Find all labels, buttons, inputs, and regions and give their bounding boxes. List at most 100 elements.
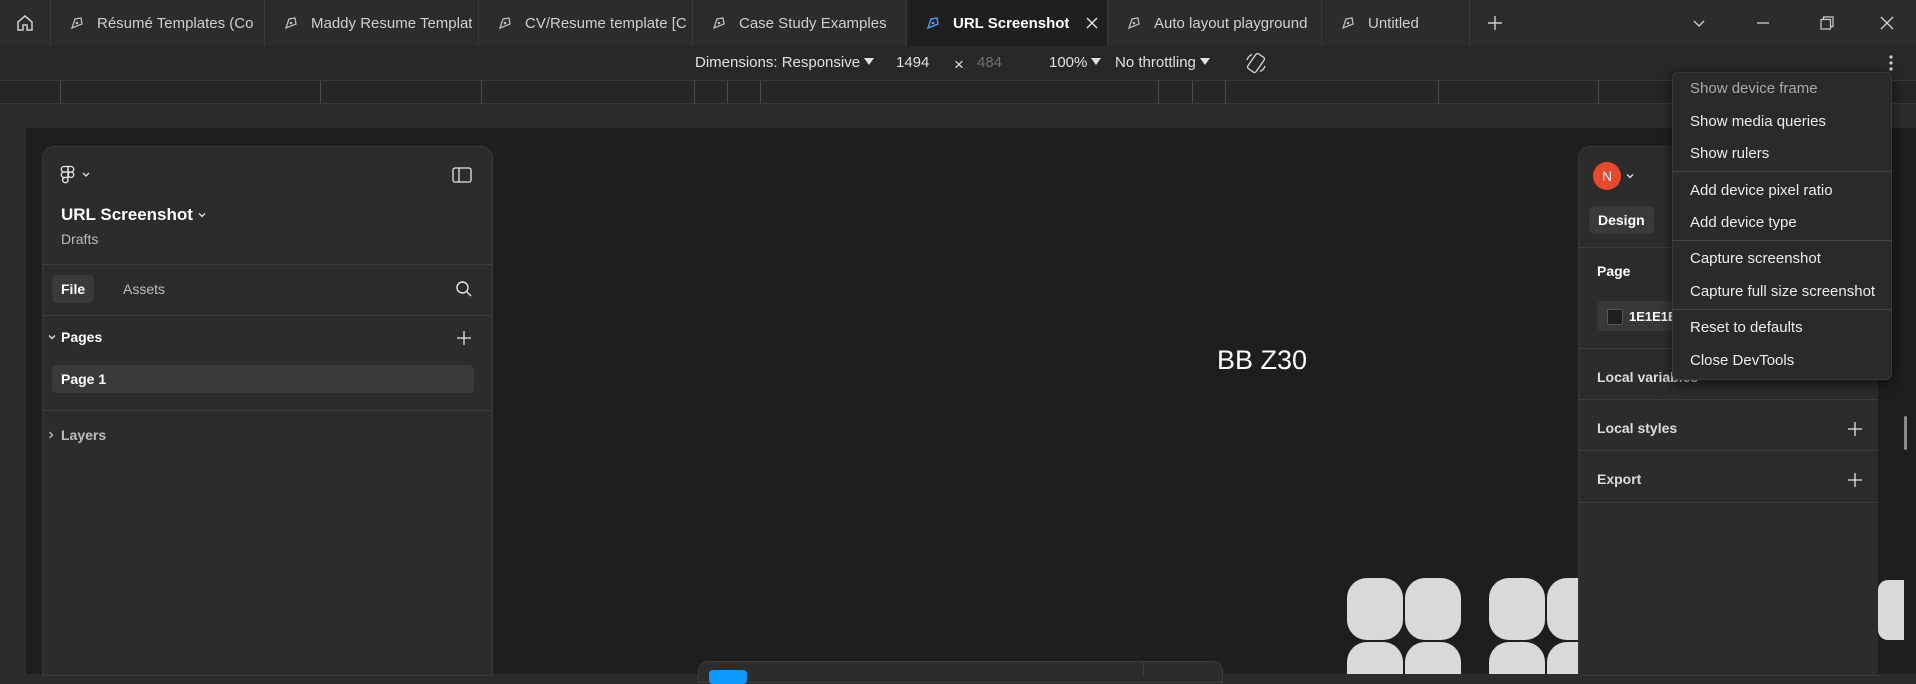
figma-file-icon xyxy=(712,17,725,30)
page-list-item[interactable]: Page 1 xyxy=(52,365,474,393)
menu-item-capture-full-size-screenshot[interactable]: Capture full size screenshot xyxy=(1690,283,1875,300)
menu-item-show-media-queries[interactable]: Show media queries xyxy=(1690,113,1826,130)
minimize-icon xyxy=(1757,22,1769,24)
canvas-shape-partial[interactable] xyxy=(1878,580,1904,640)
figma-menu-icon[interactable] xyxy=(60,165,94,185)
bottom-toolbar[interactable] xyxy=(698,661,1223,684)
close-window-button[interactable] xyxy=(1858,0,1916,46)
rotate-icon[interactable] xyxy=(1244,51,1268,75)
search-icon[interactable] xyxy=(455,280,473,298)
layers-header[interactable]: Layers xyxy=(61,427,106,443)
devtools-context-menu: Show device frame Show media queries Sho… xyxy=(1672,72,1892,380)
chevron-down-icon[interactable] xyxy=(1625,171,1635,181)
figma-file-icon xyxy=(1127,17,1140,30)
tab-cv-resume-template[interactable]: CV/Resume template [C xyxy=(479,0,693,46)
chevron-right-icon[interactable] xyxy=(46,430,56,440)
color-hex-value[interactable]: 1E1E1E xyxy=(1629,309,1677,324)
figma-file-icon xyxy=(498,17,511,30)
chevron-down-icon[interactable] xyxy=(47,332,57,342)
tab-label: CV/Resume template [C xyxy=(525,14,687,32)
dimensions-label: Dimensions: Responsive xyxy=(695,54,861,71)
minimize-button[interactable] xyxy=(1734,0,1792,46)
tab-label: Case Study Examples xyxy=(739,14,887,32)
divider xyxy=(43,264,492,265)
tab-case-study-examples[interactable]: Case Study Examples xyxy=(693,0,907,46)
tab-label: Untitled xyxy=(1368,14,1419,32)
tab-url-screenshot[interactable]: URL Screenshot xyxy=(907,0,1108,46)
tab-list-button[interactable] xyxy=(1670,0,1728,46)
export-header[interactable]: Export xyxy=(1597,471,1641,487)
close-tab-icon[interactable] xyxy=(1085,16,1099,30)
left-sidebar: URL Screenshot Drafts File Assets Pages … xyxy=(42,146,493,676)
page-section-header: Page xyxy=(1597,263,1631,279)
throttling-dropdown[interactable]: No throttling xyxy=(1115,54,1210,71)
scrollbar-thumb[interactable] xyxy=(1904,416,1907,450)
dimensions-dropdown[interactable]: Dimensions: Responsive xyxy=(695,54,875,71)
restore-button[interactable] xyxy=(1798,0,1856,46)
toggle-sidebar-icon[interactable] xyxy=(452,167,472,183)
menu-separator xyxy=(1673,171,1891,172)
divider xyxy=(1579,450,1879,451)
menu-item-show-device-frame: Show device frame xyxy=(1690,80,1818,97)
figma-file-icon xyxy=(1341,17,1354,30)
avatar[interactable]: N xyxy=(1593,162,1621,190)
close-icon xyxy=(1880,16,1894,30)
chevron-down-icon xyxy=(1693,20,1705,27)
menu-separator xyxy=(1673,309,1891,310)
menu-separator xyxy=(1673,240,1891,241)
add-style-icon[interactable] xyxy=(1847,421,1863,437)
zoom-label: 100% xyxy=(1049,54,1088,71)
figma-file-icon xyxy=(926,17,939,30)
plus-icon xyxy=(1488,16,1502,30)
menu-item-reset-to-defaults[interactable]: Reset to defaults xyxy=(1690,319,1803,336)
tab-label: URL Screenshot xyxy=(953,14,1070,32)
dropdown-arrow-icon xyxy=(1199,58,1210,65)
tab-file[interactable]: File xyxy=(52,275,95,303)
menu-item-add-device-pixel-ratio[interactable]: Add device pixel ratio xyxy=(1690,182,1833,199)
device-toolbar: Dimensions: Responsive 1494 × 484 100% N… xyxy=(0,46,1916,81)
throttling-label: No throttling xyxy=(1115,54,1196,71)
local-styles-header[interactable]: Local styles xyxy=(1597,420,1677,436)
menu-item-show-rulers[interactable]: Show rulers xyxy=(1690,145,1769,162)
more-options-icon[interactable] xyxy=(1885,53,1897,73)
figma-file-icon xyxy=(70,17,83,30)
file-title[interactable]: URL Screenshot xyxy=(61,205,193,225)
tab-maddy-resume[interactable]: Maddy Resume Templat xyxy=(265,0,479,46)
tab-untitled[interactable]: Untitled xyxy=(1322,0,1470,46)
tab-label: Résumé Templates (Co xyxy=(97,14,254,32)
divider xyxy=(43,410,492,411)
add-export-icon[interactable] xyxy=(1847,472,1863,488)
zoom-dropdown[interactable]: 100% xyxy=(1049,54,1102,71)
tab-label: Auto layout playground xyxy=(1154,14,1308,32)
width-input[interactable]: 1494 xyxy=(896,54,929,71)
home-tab[interactable] xyxy=(0,0,51,46)
tab-resume-templates[interactable]: Résumé Templates (Co xyxy=(51,0,265,46)
dimension-separator: × xyxy=(954,55,964,74)
file-location[interactable]: Drafts xyxy=(61,231,98,247)
pages-header[interactable]: Pages xyxy=(61,329,102,345)
tab-auto-layout-playground[interactable]: Auto layout playground xyxy=(1108,0,1322,46)
canvas-shape-group[interactable] xyxy=(1345,576,1585,674)
menu-item-capture-screenshot[interactable]: Capture screenshot xyxy=(1690,250,1821,267)
divider xyxy=(1579,502,1879,503)
tab-design[interactable]: Design xyxy=(1589,206,1654,234)
color-swatch[interactable] xyxy=(1607,309,1623,325)
move-tool-button[interactable] xyxy=(709,670,747,684)
tab-assets[interactable]: Assets xyxy=(114,275,174,303)
figma-file-icon xyxy=(284,17,297,30)
divider xyxy=(43,315,492,316)
menu-item-add-device-type[interactable]: Add device type xyxy=(1690,214,1797,231)
add-page-icon[interactable] xyxy=(456,330,472,346)
height-input[interactable]: 484 xyxy=(977,54,1002,71)
chevron-down-icon[interactable] xyxy=(197,210,207,220)
dropdown-arrow-icon xyxy=(864,58,875,65)
canvas-text[interactable]: BB Z30 xyxy=(1217,345,1307,376)
dropdown-arrow-icon xyxy=(1091,58,1102,65)
divider xyxy=(1579,399,1879,400)
new-tab-button[interactable] xyxy=(1466,0,1524,46)
home-icon xyxy=(17,15,33,31)
tab-label: Maddy Resume Templat xyxy=(311,14,473,32)
browser-tab-bar: Résumé Templates (Co Maddy Resume Templa… xyxy=(0,0,1916,47)
media-query-ruler xyxy=(0,81,1916,104)
menu-item-close-devtools[interactable]: Close DevTools xyxy=(1690,352,1794,369)
